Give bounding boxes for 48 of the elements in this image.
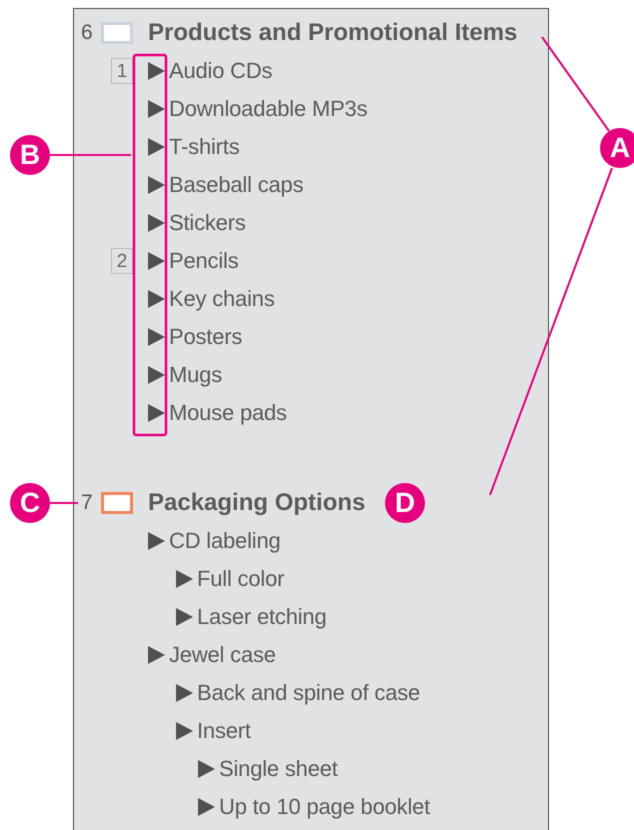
bullet-icon	[148, 138, 165, 156]
bullet-icon	[148, 176, 165, 194]
bullet-icon	[148, 366, 165, 384]
outline-item[interactable]: Jewel case	[169, 642, 276, 668]
outline-item[interactable]: Stickers	[169, 210, 246, 236]
callout-label: A	[600, 128, 634, 168]
outline-item[interactable]: Insert	[197, 718, 251, 744]
paragraph-marker: 2	[111, 248, 133, 274]
bullet-icon	[148, 404, 165, 422]
outline-item[interactable]: Full color	[197, 566, 284, 592]
bullet-icon	[148, 62, 165, 80]
slide-title[interactable]: Packaging Options	[148, 489, 366, 517]
bullet-icon	[198, 798, 215, 816]
bullet-icon	[176, 722, 193, 740]
bullet-icon	[148, 252, 165, 270]
bullet-icon	[148, 100, 165, 118]
outline-item[interactable]: Key chains	[169, 286, 275, 312]
slide-number: 6	[81, 20, 94, 46]
paragraph-marker: 1	[111, 58, 133, 84]
outline-item[interactable]: Mouse pads	[169, 400, 287, 426]
outline-item[interactable]: Downloadable MP3s	[169, 96, 368, 122]
outline-item[interactable]: CD labeling	[169, 528, 281, 554]
outline-item[interactable]: Baseball caps	[169, 172, 304, 198]
bullet-icon	[176, 608, 193, 626]
slide-title[interactable]: Products and Promotional Items	[148, 19, 518, 47]
bullet-icon	[148, 214, 165, 232]
outline-item[interactable]: Pencils	[169, 248, 239, 274]
leader-line	[50, 502, 78, 504]
bullet-icon	[148, 290, 165, 308]
bullet-icon	[148, 328, 165, 346]
outline-item[interactable]: Audio CDs	[169, 58, 272, 84]
outline-item[interactable]: Posters	[169, 324, 242, 350]
callout-label: B	[10, 135, 50, 175]
callout-label: C	[10, 483, 50, 523]
outline-item[interactable]: Laser etching	[197, 604, 326, 630]
slide-icon[interactable]	[101, 492, 133, 514]
outline-item[interactable]: Up to 10 page booklet	[219, 794, 430, 820]
bullet-icon	[148, 646, 165, 664]
slide-number: 7	[81, 490, 94, 516]
bullet-icon	[176, 684, 193, 702]
bullet-icon	[148, 532, 165, 550]
bullet-icon	[176, 570, 193, 588]
bullet-icon	[198, 760, 215, 778]
outline-item[interactable]: Single sheet	[219, 756, 338, 782]
outline-item[interactable]: Back and spine of case	[197, 680, 420, 706]
outline-item[interactable]: Mugs	[169, 362, 222, 388]
slide-icon[interactable]	[101, 22, 133, 44]
outline-item[interactable]: T-shirts	[169, 134, 240, 160]
